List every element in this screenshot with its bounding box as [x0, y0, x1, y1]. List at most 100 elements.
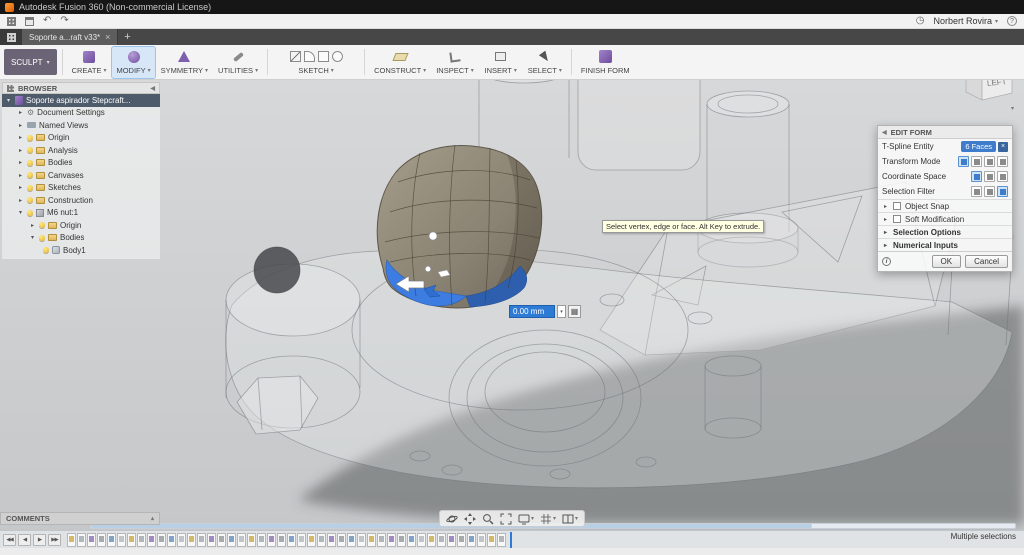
timeline-feature-icon[interactable]: [387, 533, 396, 547]
timeline-feature-icon[interactable]: [137, 533, 146, 547]
redo-icon[interactable]: ↷: [60, 16, 68, 26]
browser-item-construction[interactable]: ▸ Construction: [2, 194, 160, 207]
timeline-feature-icon[interactable]: [287, 533, 296, 547]
expand-arrow-icon[interactable]: ▸: [882, 242, 889, 249]
ribbon-group-modify[interactable]: MODIFY▾: [112, 47, 154, 78]
expand-arrow-icon[interactable]: ▸: [17, 109, 24, 116]
ribbon-group-construct[interactable]: CONSTRUCT▾: [370, 47, 430, 78]
timeline-feature-icon[interactable]: [207, 533, 216, 547]
timeline-feature-icon[interactable]: [277, 533, 286, 547]
timeline-feature-icon[interactable]: [107, 533, 116, 547]
visibility-bulb-icon[interactable]: [27, 185, 33, 191]
viewports-button[interactable]: ▾: [562, 513, 578, 525]
new-tab-button[interactable]: +: [118, 29, 136, 45]
sketch-circle-icon[interactable]: [332, 51, 343, 62]
browser-item-m6-nut[interactable]: ▾ M6 nut:1: [2, 207, 160, 220]
timeline-feature-icon[interactable]: [67, 533, 76, 547]
finish-form-button[interactable]: FINISH FORM: [577, 47, 634, 78]
browser-item-canvases[interactable]: ▸ Canvases: [2, 169, 160, 182]
timeline-feature-icon[interactable]: [267, 533, 276, 547]
browser-item-root-document[interactable]: ▾ Soporte aspirador Stepcraft...: [2, 94, 160, 107]
dialog-header[interactable]: ◀ EDIT FORM: [878, 126, 1012, 139]
timeline-feature-icon[interactable]: [487, 533, 496, 547]
expand-arrow-icon[interactable]: ▸: [29, 222, 36, 229]
timeline-feature-icon[interactable]: [127, 533, 136, 547]
timeline-feature-icon[interactable]: [197, 533, 206, 547]
expand-arrow-icon[interactable]: ▸: [17, 159, 24, 166]
display-settings-button[interactable]: ▾: [518, 513, 534, 525]
timeline-feature-icon[interactable]: [227, 533, 236, 547]
browser-item-origin[interactable]: ▸ Origin: [2, 132, 160, 145]
sculpt-workspace-button[interactable]: SCULPT ▾: [4, 49, 57, 75]
timeline-feature-icon[interactable]: [497, 533, 506, 547]
timeline-feature-icon[interactable]: [77, 533, 86, 547]
object-snap-checkbox[interactable]: [893, 202, 901, 210]
filter-edge-button[interactable]: [984, 186, 995, 197]
numerical-inputs-section[interactable]: ▸ Numerical Inputs: [878, 238, 1012, 251]
transform-scale-button[interactable]: [984, 156, 995, 167]
timeline-feature-icon[interactable]: [247, 533, 256, 547]
ribbon-group-utilities[interactable]: UTILITIES▾: [214, 47, 262, 78]
visibility-bulb-icon[interactable]: [27, 147, 33, 153]
ribbon-group-symmetry[interactable]: SYMMETRY▾: [157, 47, 212, 78]
timeline-feature-icon[interactable]: [167, 533, 176, 547]
filter-vertex-button[interactable]: [971, 186, 982, 197]
ribbon-group-sketch[interactable]: SKETCH▾: [273, 47, 359, 78]
close-tab-icon[interactable]: ×: [105, 32, 110, 42]
timeline-feature-icon[interactable]: [187, 533, 196, 547]
transform-multi-button[interactable]: [997, 156, 1008, 167]
dimension-spinner-icon[interactable]: ▾: [557, 305, 566, 318]
browser-item-m6-origin[interactable]: ▸ Origin: [2, 219, 160, 232]
viewcube-menu-icon[interactable]: ▾: [1011, 105, 1014, 112]
timeline-feature-icon[interactable]: [307, 533, 316, 547]
soft-modification-section[interactable]: ▸ Soft Modification: [878, 212, 1012, 225]
timeline-feature-icon[interactable]: [367, 533, 376, 547]
sketch-spline-icon[interactable]: [304, 51, 315, 62]
selection-options-section[interactable]: ▸ Selection Options: [878, 225, 1012, 238]
expand-arrow-icon[interactable]: ▾: [17, 209, 24, 216]
job-status-icon[interactable]: ◷: [916, 16, 925, 26]
visibility-bulb-icon[interactable]: [39, 235, 45, 241]
timeline-feature-icon[interactable]: [447, 533, 456, 547]
undo-icon[interactable]: ↶: [43, 16, 51, 26]
timeline-feature-icon[interactable]: [237, 533, 246, 547]
timeline-feature-icon[interactable]: [257, 533, 266, 547]
data-panel-toggle-icon[interactable]: [7, 17, 16, 26]
timeline-feature-icon[interactable]: [457, 533, 466, 547]
dimension-input[interactable]: [509, 305, 555, 318]
browser-item-m6-bodies[interactable]: ▾ Bodies: [2, 232, 160, 245]
ok-button[interactable]: OK: [932, 255, 962, 268]
timeline-feature-icon[interactable]: [87, 533, 96, 547]
soft-modification-checkbox[interactable]: [893, 215, 901, 223]
timeline-feature-icon[interactable]: [407, 533, 416, 547]
timeline-feature-icon[interactable]: [327, 533, 336, 547]
help-icon[interactable]: ?: [1007, 16, 1017, 26]
ribbon-group-create[interactable]: CREATE▾: [68, 47, 111, 78]
sketch-rectangle-icon[interactable]: [318, 51, 329, 62]
dock-arrow-icon[interactable]: ◀: [882, 129, 887, 136]
visibility-bulb-icon[interactable]: [27, 160, 33, 166]
expand-arrow-icon[interactable]: ▸: [882, 216, 889, 223]
save-icon[interactable]: [25, 17, 34, 26]
timeline-cursor[interactable]: [510, 532, 512, 548]
show-data-panel-button[interactable]: [0, 29, 22, 45]
timeline-play-button[interactable]: ▶: [33, 534, 46, 546]
orbit-button[interactable]: [446, 513, 458, 525]
sketch-line-icon[interactable]: [290, 51, 301, 62]
transform-rotate-button[interactable]: [971, 156, 982, 167]
browser-item-named-views[interactable]: ▸ Named Views: [2, 119, 160, 132]
expand-arrow-icon[interactable]: ▸: [882, 229, 889, 236]
space-local-button[interactable]: [997, 171, 1008, 182]
transform-translate-button[interactable]: [958, 156, 969, 167]
visibility-bulb-icon[interactable]: [27, 172, 33, 178]
info-icon[interactable]: i: [882, 257, 891, 266]
pan-button[interactable]: [464, 513, 476, 525]
dimension-flyout-button[interactable]: ▦: [568, 305, 581, 318]
timeline-step-forward-button[interactable]: ▶▶: [48, 534, 61, 546]
selection-count-badge[interactable]: 6 Faces: [961, 141, 996, 152]
timeline-feature-icon[interactable]: [427, 533, 436, 547]
timeline-feature-icon[interactable]: [297, 533, 306, 547]
zoom-button[interactable]: [482, 513, 494, 525]
browser-item-body1[interactable]: Body1: [2, 244, 160, 257]
timeline-feature-icon[interactable]: [397, 533, 406, 547]
